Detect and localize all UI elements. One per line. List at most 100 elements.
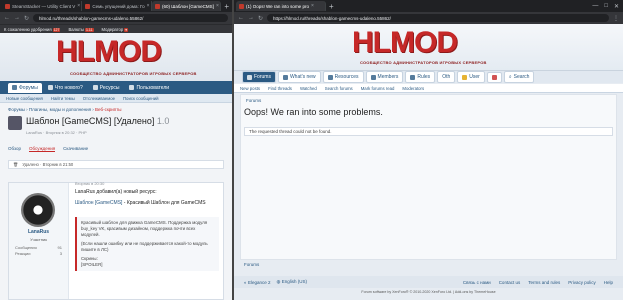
alerts-button[interactable] bbox=[486, 71, 502, 83]
nav-resources[interactable]: Ресурсы bbox=[89, 83, 124, 93]
reload-icon[interactable]: ↻ bbox=[258, 15, 263, 22]
browser-tab-active[interactable]: (60) Шаблон [GameCMS] × bbox=[152, 1, 222, 11]
window-controls: — □ ✕ bbox=[592, 3, 623, 10]
post: LanaRus Участник Сообщения 91 Реакции 3 Вт… bbox=[8, 181, 224, 300]
post-user-panel: LanaRus Участник Сообщения 91 Реакции 3 bbox=[9, 183, 69, 299]
subnav-link[interactable]: Отслеживаемое bbox=[83, 96, 115, 101]
resource-link[interactable]: Шаблон [GameCMS] bbox=[75, 200, 122, 206]
nav-whats-new[interactable]: What's new bbox=[277, 71, 321, 83]
breadcrumb-item[interactable]: Веб-скрипты bbox=[95, 107, 122, 112]
nav-forums[interactable]: Форумы bbox=[8, 82, 42, 93]
site-logo[interactable]: HLMOD bbox=[56, 37, 162, 67]
tab-download[interactable]: Скачивание bbox=[63, 146, 88, 152]
subnav-link[interactable]: New posts bbox=[240, 86, 260, 91]
nav-members[interactable]: Members bbox=[365, 71, 404, 83]
bookmark-item[interactable]: Модератор ▾ bbox=[102, 27, 128, 32]
subnav-link[interactable]: Mark forums read bbox=[361, 86, 395, 91]
user-role: Участник bbox=[30, 237, 47, 242]
sub-nav: Новые сообщения Найти темы Отслеживаемое… bbox=[0, 94, 232, 103]
forward-icon[interactable]: → bbox=[14, 15, 20, 21]
username[interactable]: LanaRus bbox=[9, 229, 68, 235]
avatar-icon bbox=[462, 74, 468, 80]
nav-other[interactable]: Oth bbox=[437, 71, 456, 83]
breadcrumb: Форумы › Плагины, моды и дополнения › Ве… bbox=[8, 107, 122, 112]
subnav-link[interactable]: Поиск сообщений bbox=[123, 96, 159, 101]
subnav-link[interactable]: Find threads bbox=[268, 86, 292, 91]
resource-icon bbox=[8, 116, 22, 130]
browser-tab[interactable]: Семь упущений дома: Го × bbox=[82, 1, 152, 11]
nav-members[interactable]: Пользователи bbox=[125, 83, 173, 93]
reload-icon[interactable]: ↻ bbox=[24, 15, 29, 22]
browser-tab-active[interactable]: (1) Oops! We ran into some pro × bbox=[236, 1, 326, 11]
tab-close-icon[interactable]: × bbox=[311, 3, 314, 9]
bell-icon bbox=[491, 74, 497, 80]
subnav-link[interactable]: Watched bbox=[300, 86, 317, 91]
bookmark-item[interactable]: К сожалению удобрения 127 bbox=[4, 27, 61, 32]
logo-tagline: СООБЩЕСТВО АДМИНИСТРАТОРОВ ИГРОВЫХ СЕРВЕ… bbox=[70, 71, 197, 76]
download-icon bbox=[327, 74, 333, 80]
subnav-link[interactable]: Search forums bbox=[325, 86, 353, 91]
new-tab-button[interactable]: + bbox=[221, 2, 232, 11]
nav-rules[interactable]: Rules bbox=[405, 71, 436, 83]
breadcrumb-item[interactable]: Плагины, моды и дополнения bbox=[29, 107, 91, 112]
footer-bar: ◐ Elegance 2 ◍ English (US) Связь с нами… bbox=[234, 276, 623, 288]
avatar[interactable] bbox=[21, 193, 55, 227]
tab-close-icon[interactable]: × bbox=[147, 3, 150, 9]
tab-strip: SteamStacker — Utility Client V × Семь уп… bbox=[0, 0, 232, 12]
main-nav: Forums What's new Resources Members Rule… bbox=[234, 70, 623, 83]
favicon-icon bbox=[239, 3, 244, 9]
post-date: Вторник в 20:30 bbox=[75, 181, 105, 186]
breadcrumb-item[interactable]: Forums bbox=[246, 98, 261, 103]
site-header: HLMOD СООБЩЕСТВО АДМИНИСТРАТОРОВ ИГРОВЫХ… bbox=[234, 24, 623, 70]
bookmarks-bar: К сожалению удобрения 127 Валюты 1.11 Моде… bbox=[0, 24, 232, 33]
new-tab-button[interactable]: + bbox=[326, 2, 337, 11]
nav-resources[interactable]: Resources bbox=[322, 71, 364, 83]
footer-link[interactable]: Privacy policy bbox=[568, 280, 596, 285]
breadcrumb-item[interactable]: Форумы bbox=[8, 107, 25, 112]
back-icon[interactable]: ← bbox=[4, 15, 10, 21]
nav-whats-new[interactable]: Что нового? bbox=[44, 83, 87, 93]
tab-discussion[interactable]: Обсуждения bbox=[29, 146, 56, 152]
tab-overview[interactable]: Обзор bbox=[8, 146, 21, 152]
bookmark-item[interactable]: Валюты 1.11 bbox=[68, 27, 94, 32]
favicon-icon bbox=[155, 3, 160, 9]
language-chooser[interactable]: ◍ English (US) bbox=[277, 279, 307, 285]
tab-strip: (1) Oops! We ran into some pro × + — □ ✕ bbox=[234, 0, 623, 12]
style-chooser[interactable]: ◐ Elegance 2 bbox=[244, 280, 271, 285]
tab-close-icon[interactable]: × bbox=[216, 3, 219, 9]
gavel-icon bbox=[410, 74, 416, 80]
globe-icon: ◍ bbox=[276, 279, 281, 284]
browser-tab[interactable]: SteamStacker — Utility Client V × bbox=[2, 1, 83, 11]
address-bar: ← → ↻ https://hlmod.ru/threads/shablon-gam… bbox=[234, 12, 623, 24]
maximize-button[interactable]: □ bbox=[604, 3, 608, 10]
url-field[interactable]: https://hlmod.ru/threads/shablon-gamecms… bbox=[267, 14, 609, 22]
footer-link[interactable]: Связь с нами bbox=[463, 280, 491, 285]
back-icon[interactable]: ← bbox=[238, 15, 244, 21]
logo-tagline: СООБЩЕСТВО АДМИНИСТРАТОРОВ ИГРОВЫХ СЕРВЕ… bbox=[360, 60, 487, 65]
url-field[interactable]: hlmod.ru/threads/shablon-gamecms-udaleno… bbox=[33, 14, 228, 22]
subnav-link[interactable]: Найти темы bbox=[51, 96, 75, 101]
spoiler-button[interactable]: [SPOILER] bbox=[81, 262, 215, 268]
footer-link[interactable]: Help bbox=[604, 280, 613, 285]
menu-icon[interactable]: ⋮ bbox=[613, 15, 619, 22]
error-message: The requested thread could not be found. bbox=[244, 127, 613, 136]
forward-icon[interactable]: → bbox=[248, 15, 254, 21]
thread-meta: LanaRus · Вторник в 20:32 · PHP bbox=[26, 130, 87, 135]
footer-link[interactable]: Contact us bbox=[499, 280, 521, 285]
close-button[interactable]: ✕ bbox=[614, 3, 619, 10]
user-menu[interactable]: User bbox=[457, 71, 485, 83]
footer-breadcrumb[interactable]: Forums bbox=[244, 262, 259, 267]
right-browser-window: (1) Oops! We ran into some pro × + — □ ✕ … bbox=[234, 0, 623, 300]
footer-link[interactable]: Terms and rules bbox=[528, 280, 560, 285]
tab-close-icon[interactable]: × bbox=[77, 3, 80, 9]
resource-tabs: Обзор Обсуждения Скачивание bbox=[8, 146, 88, 152]
subnav-link[interactable]: Новые сообщения bbox=[6, 96, 43, 101]
forums-icon bbox=[247, 74, 252, 80]
nav-forums[interactable]: Forums bbox=[242, 71, 276, 83]
site-logo[interactable]: HLMOD bbox=[352, 28, 458, 58]
page-title: Шаблон [GameCMS] [Удалено] 1.0 bbox=[26, 116, 170, 126]
search-button[interactable]: ⌕ Search bbox=[503, 71, 535, 83]
copyright: Forum software by XenForo® © 2010-2020 X… bbox=[361, 290, 496, 294]
minimize-button[interactable]: — bbox=[592, 3, 598, 10]
subnav-link[interactable]: Moderators bbox=[402, 86, 424, 91]
